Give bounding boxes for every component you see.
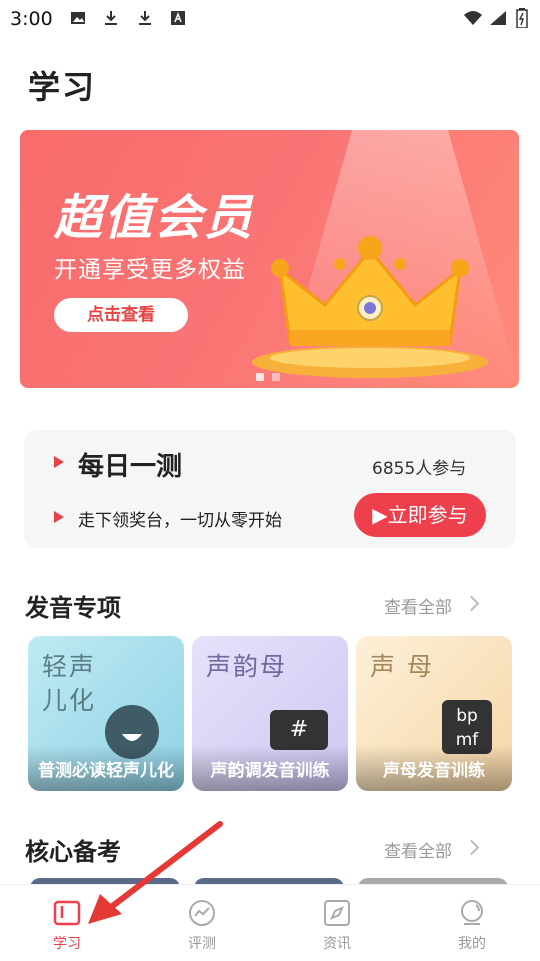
tile-initials-finals[interactable]: 声韵母 # 声韵调发音训练	[192, 636, 348, 791]
view-all-core[interactable]: 查看全部	[384, 837, 452, 862]
chevron-right-icon[interactable]	[463, 595, 480, 612]
tab-label: 评测	[188, 936, 216, 952]
hash-icon: #	[270, 710, 328, 750]
tab-label: 资讯	[323, 936, 351, 952]
tile-caption: 普测必读轻声儿化	[38, 761, 174, 781]
tile-heading: 声 母	[370, 652, 434, 681]
tab-news[interactable]: 资讯	[297, 885, 377, 961]
page-title: 学习	[28, 68, 97, 106]
daily-test-title: 每日一测	[78, 452, 183, 482]
tab-label: 学习	[53, 936, 81, 952]
download-icon	[105, 11, 117, 25]
participant-count: 6855人参与	[372, 459, 467, 479]
download-icon	[139, 11, 151, 25]
image-icon	[71, 12, 85, 24]
bullet-icon	[54, 511, 64, 523]
user-icon	[461, 900, 483, 925]
bullet-icon	[54, 456, 64, 468]
banner-view-button[interactable]: 点击查看	[54, 298, 188, 332]
tile-initials[interactable]: 声 母 bp mf 声母发音训练	[356, 636, 512, 791]
tab-mine[interactable]: 我的	[432, 885, 512, 961]
crown-icon	[252, 236, 488, 378]
banner-subline: 开通享受更多权益	[54, 257, 246, 283]
book-icon	[53, 900, 81, 926]
view-all-pronunciation[interactable]: 查看全部	[384, 593, 452, 618]
tab-label: 我的	[458, 936, 486, 952]
tile-light-tone[interactable]: 轻声 儿化 普测必读轻声儿化	[28, 636, 184, 791]
font-icon	[171, 11, 185, 25]
daily-test-subtitle: 走下领奖台，一切从零开始	[78, 511, 282, 531]
compass-icon	[324, 900, 350, 926]
status-time: 3:00	[10, 8, 53, 30]
status-bar: 3:00	[0, 0, 540, 36]
pagination-dot	[256, 373, 264, 381]
tile-caption: 声母发音训练	[383, 761, 485, 781]
daily-test-card[interactable]: 每日一测 6855人参与 走下领奖台，一切从零开始 ▶立即参与	[24, 430, 516, 548]
pagination-dot	[272, 373, 280, 381]
annotation-arrow	[88, 821, 223, 924]
battery-icon	[516, 8, 528, 28]
section-title-pronunciation: 发音专项	[25, 594, 121, 622]
banner-headline: 超值会员	[54, 190, 255, 246]
join-now-button[interactable]: ▶立即参与	[354, 493, 486, 537]
chevron-right-icon[interactable]	[463, 839, 480, 856]
tile-heading: 声韵母	[206, 652, 288, 681]
tile-heading: 轻声 儿化	[42, 652, 97, 715]
banner-pagination	[256, 366, 288, 385]
tile-caption: 声韵调发音训练	[210, 761, 330, 781]
signal-icon	[490, 11, 506, 25]
vip-banner[interactable]: 超值会员 开通享受更多权益 点击查看	[20, 130, 519, 388]
wifi-icon	[464, 11, 482, 25]
